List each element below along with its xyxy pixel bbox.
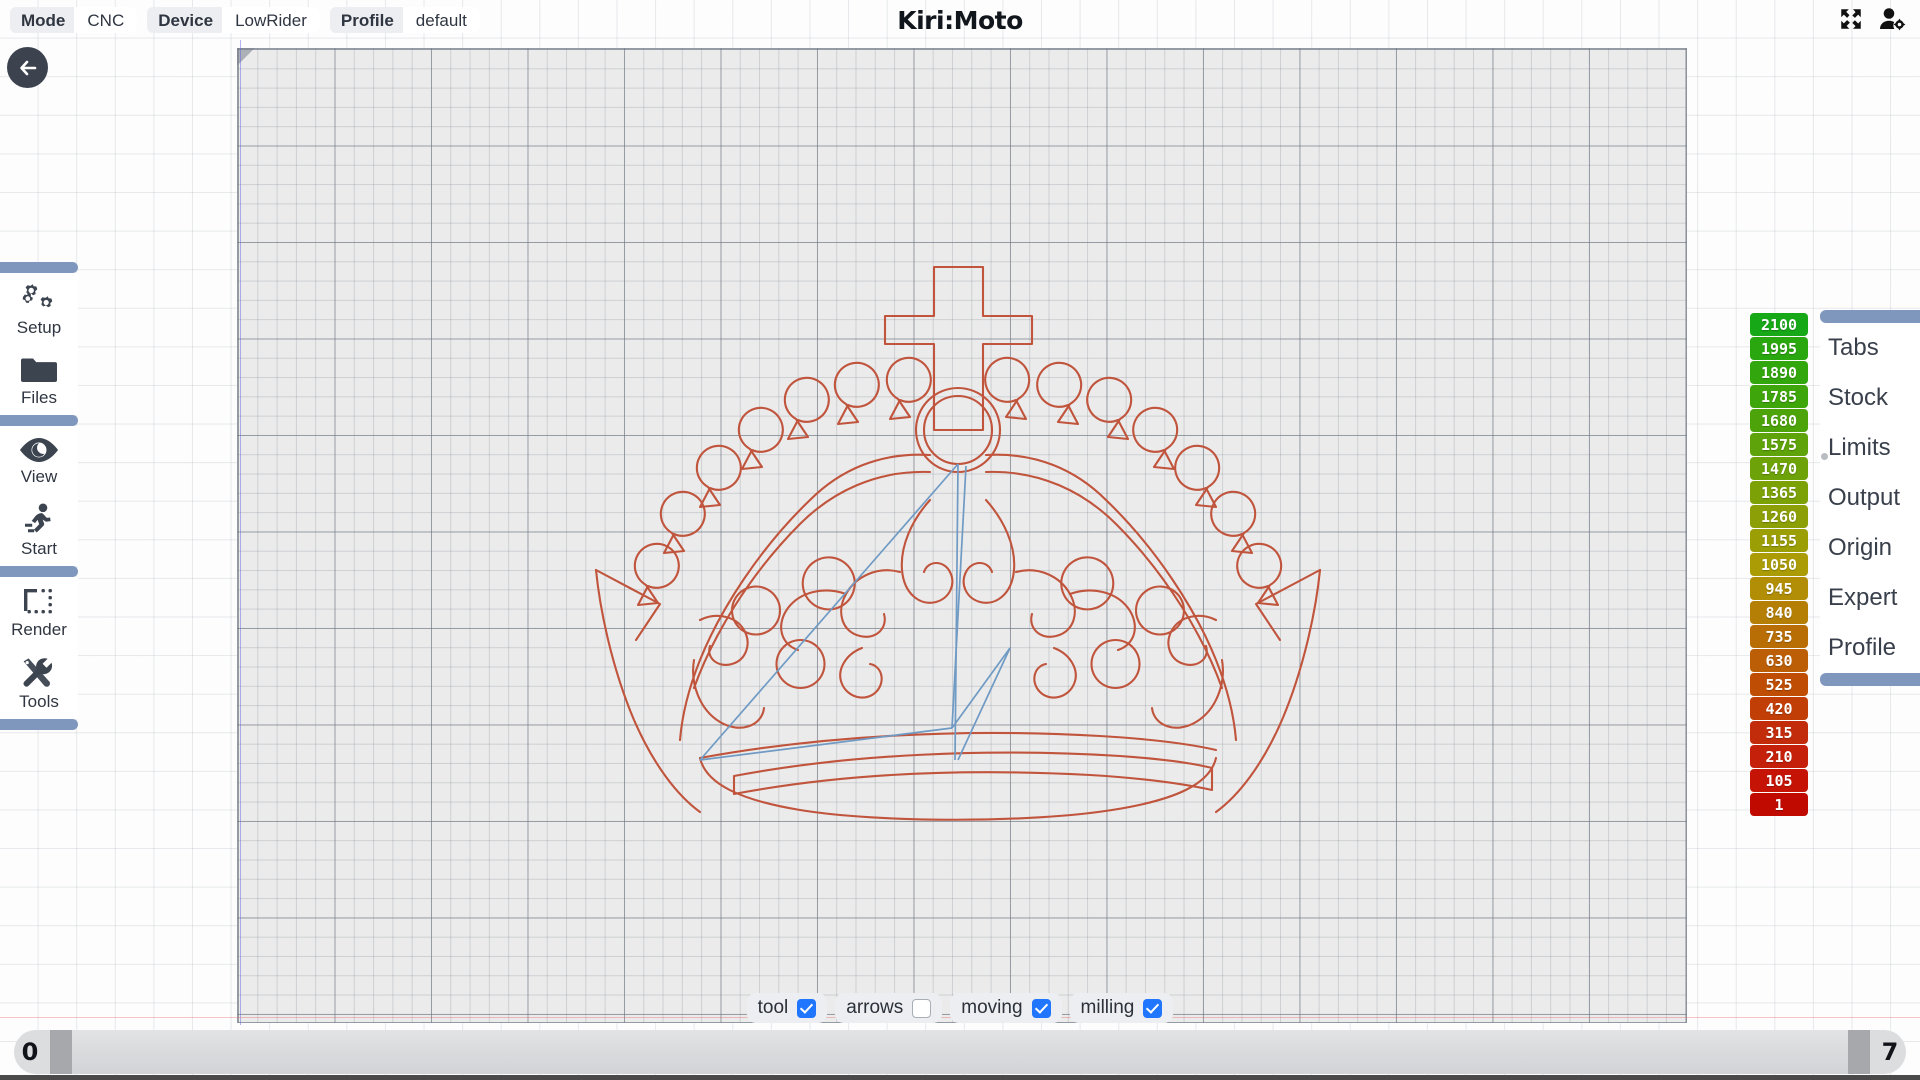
sidebar-group-3: Render Tools xyxy=(0,577,78,719)
folder-icon xyxy=(19,354,59,386)
kirimoto-app: Mode CNC Device LowRider Profile default… xyxy=(0,0,1920,1080)
back-button[interactable] xyxy=(7,47,48,88)
gears-icon xyxy=(18,282,60,316)
render-icon xyxy=(20,586,58,618)
right-panel: Tabs Stock Limits Output Origin Expert P… xyxy=(1820,310,1920,686)
panel-item-expert[interactable]: Expert xyxy=(1820,573,1920,623)
viewport-canvas[interactable] xyxy=(0,0,1920,1080)
sidebar-group-2: View Start xyxy=(0,426,78,566)
panel-item-limits[interactable]: Limits xyxy=(1820,423,1920,473)
slider-track[interactable] xyxy=(50,1029,1870,1074)
slider-min-label: 0 xyxy=(14,1029,50,1074)
sidebar-item-files[interactable]: Files xyxy=(0,345,78,415)
back-icon xyxy=(19,60,36,75)
legend-row: 1785 xyxy=(1750,385,1808,408)
option-label: arrows xyxy=(846,997,904,1018)
sidebar-group-1: Setup Files xyxy=(0,273,78,415)
option-moving[interactable]: moving xyxy=(950,993,1062,1023)
sidebar-item-tools[interactable]: Tools xyxy=(0,647,78,719)
display-options-bar: tool arrows moving milling xyxy=(0,993,1920,1023)
legend-row: 105 xyxy=(1750,769,1808,792)
option-milling[interactable]: milling xyxy=(1069,993,1174,1023)
sidebar-item-view[interactable]: View xyxy=(0,426,78,494)
panel-item-stock[interactable]: Stock xyxy=(1820,373,1920,423)
sidebar-item-label: Start xyxy=(21,539,57,558)
eye-icon xyxy=(17,435,61,465)
legend-row: 1470 xyxy=(1750,457,1808,480)
legend-row: 315 xyxy=(1750,721,1808,744)
runner-icon xyxy=(22,503,56,537)
option-label: milling xyxy=(1080,997,1135,1018)
left-sidebar: Setup Files View Start Render Tools xyxy=(0,262,78,730)
panel-item-output[interactable]: Output xyxy=(1820,473,1920,523)
sidebar-item-start[interactable]: Start xyxy=(0,494,78,566)
sidebar-separator xyxy=(0,415,78,426)
moving-checkbox[interactable] xyxy=(1031,998,1051,1018)
option-tool[interactable]: tool xyxy=(746,993,828,1023)
legend-row: 1155 xyxy=(1750,529,1808,552)
option-label: moving xyxy=(961,997,1023,1018)
sidebar-separator xyxy=(0,719,78,730)
legend-row: 840 xyxy=(1750,601,1808,624)
user-settings-icon[interactable] xyxy=(1878,6,1906,32)
sidebar-item-render[interactable]: Render xyxy=(0,577,78,647)
legend-row: 1680 xyxy=(1750,409,1808,432)
legend-row: 525 xyxy=(1750,673,1808,696)
sidebar-item-label: Render xyxy=(11,620,67,639)
legend-row: 420 xyxy=(1750,697,1808,720)
sidebar-separator xyxy=(0,566,78,577)
panel-separator-bottom xyxy=(1820,673,1920,686)
legend-row: 945 xyxy=(1750,577,1808,600)
legend-row: 210 xyxy=(1750,745,1808,768)
tool-checkbox[interactable] xyxy=(797,998,817,1018)
sidebar-item-setup[interactable]: Setup xyxy=(0,273,78,345)
axis-line-vertical xyxy=(240,40,241,1025)
legend-row: 735 xyxy=(1750,625,1808,648)
legend-row: 2100 xyxy=(1750,313,1808,336)
legend-row: 1260 xyxy=(1750,505,1808,528)
legend-row: 1995 xyxy=(1750,337,1808,360)
legend-row: 1 xyxy=(1750,793,1808,816)
fullscreen-icon[interactable] xyxy=(1838,6,1864,32)
legend-row: 1575 xyxy=(1750,433,1808,456)
sidebar-separator xyxy=(0,262,78,273)
slider-max-label: 7 xyxy=(1870,1029,1906,1074)
panel-item-profile[interactable]: Profile xyxy=(1820,623,1920,673)
layer-slider[interactable]: 0 7 xyxy=(0,1023,1920,1080)
panel-separator-top xyxy=(1820,310,1920,323)
tools-icon xyxy=(20,656,58,690)
legend-row: 630 xyxy=(1750,649,1808,672)
option-label: tool xyxy=(757,997,789,1018)
legend-row: 1890 xyxy=(1750,361,1808,384)
slider-handle-right[interactable] xyxy=(1848,1029,1870,1074)
sidebar-item-label: Setup xyxy=(16,318,62,337)
sidebar-item-label: View xyxy=(20,467,58,486)
workspace-bed xyxy=(237,48,1687,1023)
milling-checkbox[interactable] xyxy=(1143,998,1163,1018)
option-arrows[interactable]: arrows xyxy=(835,993,943,1023)
arrows-checkbox[interactable] xyxy=(912,998,932,1018)
top-bar-actions xyxy=(1838,6,1906,32)
speed-legend: 2100 1995 1890 1785 1680 1575 1470 1365 1260 1155… xyxy=(1750,313,1808,817)
slider-handle-left[interactable] xyxy=(50,1029,72,1074)
app-title: Kiri:Moto xyxy=(897,5,1023,35)
sidebar-item-label: Tools xyxy=(19,692,59,711)
panel-item-tabs[interactable]: Tabs xyxy=(1820,323,1920,373)
legend-row: 1365 xyxy=(1750,481,1808,504)
legend-row: 1050 xyxy=(1750,553,1808,576)
panel-resize-dot[interactable] xyxy=(1821,453,1828,460)
panel-item-origin[interactable]: Origin xyxy=(1820,523,1920,573)
sidebar-item-label: Files xyxy=(21,388,57,407)
top-bar: Mode CNC Device LowRider Profile default… xyxy=(0,0,1920,40)
